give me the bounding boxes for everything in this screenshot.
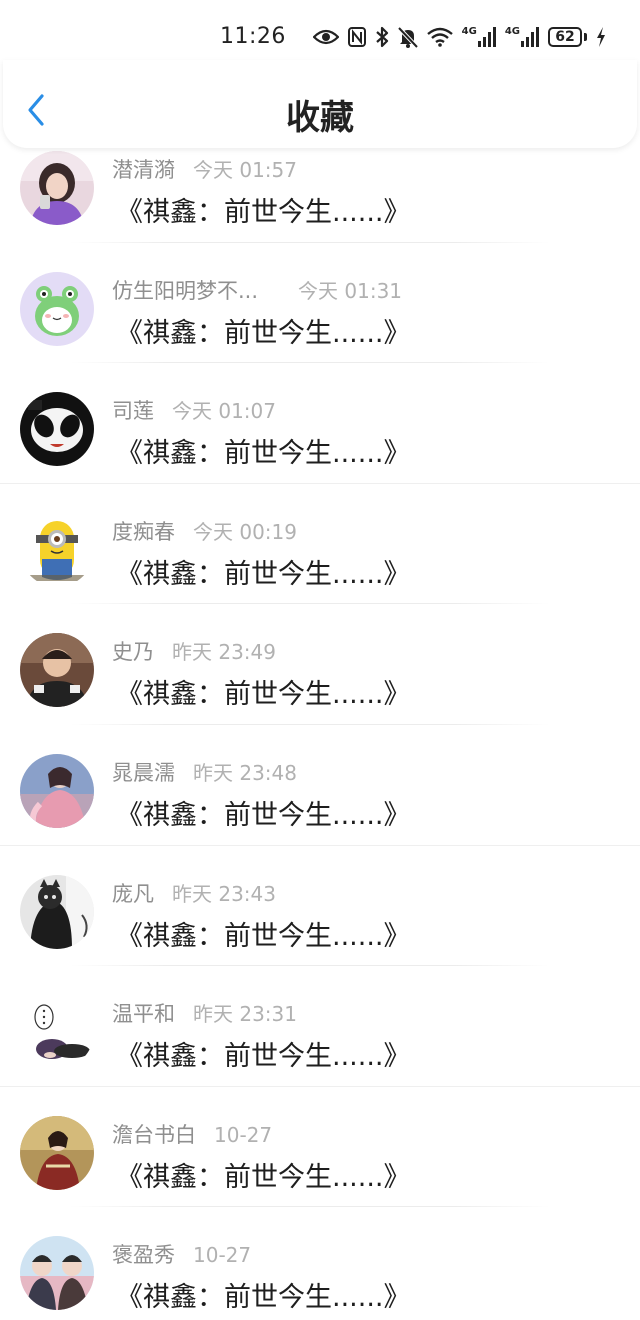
username[interactable]: 温平和	[112, 998, 175, 1028]
timestamp: 10-27	[193, 1243, 252, 1268]
username[interactable]: 褒盈秀	[112, 1239, 175, 1269]
item-meta: 度痴春 今天 00:19	[112, 516, 297, 546]
avatar[interactable]	[20, 1236, 94, 1311]
username[interactable]: 澹台书白	[112, 1119, 196, 1149]
avatar[interactable]	[20, 633, 94, 708]
list-item[interactable]: 度痴春 今天 00:19 《祺鑫：前世今生......》	[0, 484, 640, 605]
battery-level: 62	[548, 27, 582, 47]
item-meta: 庞凡 昨天 23:43	[112, 878, 276, 908]
username[interactable]: 仿生阳明梦不...	[112, 275, 258, 305]
avatar[interactable]	[20, 995, 94, 1070]
item-title[interactable]: 《祺鑫：前世今生......》	[116, 431, 411, 470]
wifi-icon	[426, 27, 453, 47]
avatar[interactable]	[20, 1115, 94, 1190]
list-item[interactable]: 澹台书白 10-27 《祺鑫：前世今生......》	[0, 1087, 640, 1208]
username[interactable]: 度痴春	[112, 516, 175, 546]
nav-bar: 收藏	[3, 60, 637, 148]
bell-off-icon	[397, 26, 418, 48]
item-title[interactable]: 《祺鑫：前世今生......》	[116, 190, 411, 229]
item-meta: 褒盈秀 10-27	[112, 1239, 251, 1269]
avatar[interactable]	[20, 753, 94, 828]
nfc-icon	[347, 27, 366, 47]
avatar[interactable]	[20, 512, 94, 587]
item-meta: 晁晨濡 昨天 23:48	[112, 757, 297, 787]
timestamp: 今天 00:19	[193, 519, 297, 544]
favorites-list: 潜清漪 今天 01:57 《祺鑫：前世今生......》 仿生阳明梦不... 今…	[0, 122, 640, 1320]
list-item[interactable]: 史乃 昨天 23:49 《祺鑫：前世今生......》	[0, 604, 640, 725]
list-item[interactable]: 晁晨濡 昨天 23:48 《祺鑫：前世今生......》	[0, 725, 640, 846]
username[interactable]: 史乃	[112, 636, 154, 666]
timestamp: 昨天 23:43	[172, 881, 276, 906]
timestamp: 昨天 23:49	[172, 640, 276, 665]
favorites-screen: 11:26 4G 4G 62 收藏 潜清漪 今天 01:57 《祺鑫：前世今生.…	[0, 0, 640, 1320]
item-title[interactable]: 《祺鑫：前世今生......》	[116, 793, 411, 832]
username[interactable]: 庞凡	[112, 878, 154, 908]
avatar[interactable]	[20, 874, 94, 949]
timestamp: 今天 01:07	[172, 399, 276, 424]
item-title[interactable]: 《祺鑫：前世今生......》	[116, 672, 411, 711]
item-meta: 史乃 昨天 23:49	[112, 636, 276, 666]
item-title[interactable]: 《祺鑫：前世今生......》	[116, 552, 411, 591]
timestamp: 今天 01:57	[193, 158, 297, 182]
timestamp: 昨天 23:48	[193, 760, 297, 785]
avatar[interactable]	[20, 392, 94, 467]
username[interactable]: 潜清漪	[112, 154, 175, 184]
signal-icon: 4G	[505, 27, 539, 47]
item-meta: 仿生阳明梦不... 今天 01:31	[112, 275, 402, 305]
battery-icon: 62	[548, 27, 587, 47]
status-time: 11:26	[220, 24, 286, 49]
username[interactable]: 司莲	[112, 395, 154, 425]
username[interactable]: 晁晨濡	[112, 757, 175, 787]
bluetooth-icon	[375, 26, 389, 48]
avatar[interactable]	[20, 271, 94, 346]
eye-icon	[312, 28, 339, 46]
item-meta: 澹台书白 10-27	[112, 1119, 272, 1149]
list-item[interactable]: 司莲 今天 01:07 《祺鑫：前世今生......》	[0, 363, 640, 484]
item-meta: 潜清漪 今天 01:57	[112, 154, 297, 184]
item-title[interactable]: 《祺鑫：前世今生......》	[116, 311, 411, 350]
avatar[interactable]	[20, 151, 94, 225]
list-item[interactable]: 仿生阳明梦不... 今天 01:31 《祺鑫：前世今生......》	[0, 243, 640, 364]
timestamp: 今天 01:31	[298, 278, 403, 303]
item-title[interactable]: 《祺鑫：前世今生......》	[116, 1275, 411, 1314]
item-title[interactable]: 《祺鑫：前世今生......》	[116, 914, 411, 953]
list-item[interactable]: 温平和 昨天 23:31 《祺鑫：前世今生......》	[0, 966, 640, 1087]
list-item[interactable]: 褒盈秀 10-27 《祺鑫：前世今生......》	[0, 1207, 640, 1320]
timestamp: 昨天 23:31	[193, 1002, 297, 1027]
list-item[interactable]: 庞凡 昨天 23:43 《祺鑫：前世今生......》	[0, 846, 640, 967]
timestamp: 10-27	[214, 1122, 273, 1147]
signal-icon: 4G	[462, 27, 496, 47]
item-meta: 温平和 昨天 23:31	[112, 998, 297, 1028]
charging-icon	[596, 27, 606, 47]
item-title[interactable]: 《祺鑫：前世今生......》	[116, 1034, 411, 1073]
item-meta: 司莲 今天 01:07	[112, 395, 276, 425]
page-title: 收藏	[286, 98, 354, 138]
item-title[interactable]: 《祺鑫：前世今生......》	[116, 1155, 411, 1194]
status-icons: 4G 4G 62	[312, 24, 606, 50]
